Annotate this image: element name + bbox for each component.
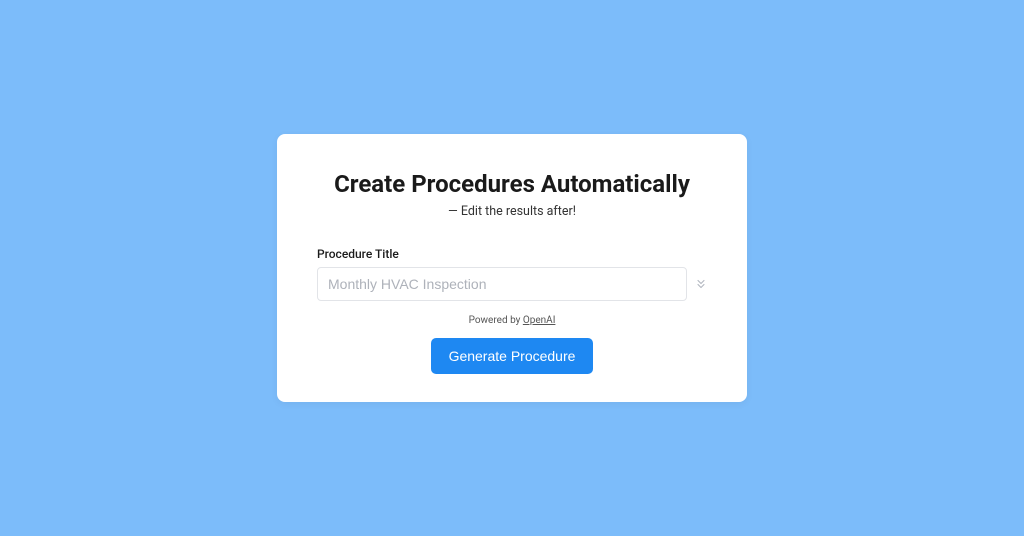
procedure-title-input[interactable] bbox=[317, 267, 687, 301]
card-title: Create Procedures Automatically bbox=[317, 170, 707, 198]
powered-by-link[interactable]: OpenAI bbox=[523, 315, 556, 326]
powered-by-text: Powered by OpenAI bbox=[317, 315, 707, 326]
chevrons-down-icon[interactable] bbox=[695, 275, 707, 294]
procedure-generator-card: Create Procedures Automatically — Edit t… bbox=[277, 134, 747, 402]
powered-by-prefix: Powered by bbox=[469, 315, 523, 326]
generate-procedure-button[interactable]: Generate Procedure bbox=[431, 338, 594, 374]
card-subtitle: — Edit the results after! bbox=[317, 204, 707, 219]
procedure-title-row bbox=[317, 267, 707, 301]
procedure-title-label: Procedure Title bbox=[317, 247, 707, 261]
